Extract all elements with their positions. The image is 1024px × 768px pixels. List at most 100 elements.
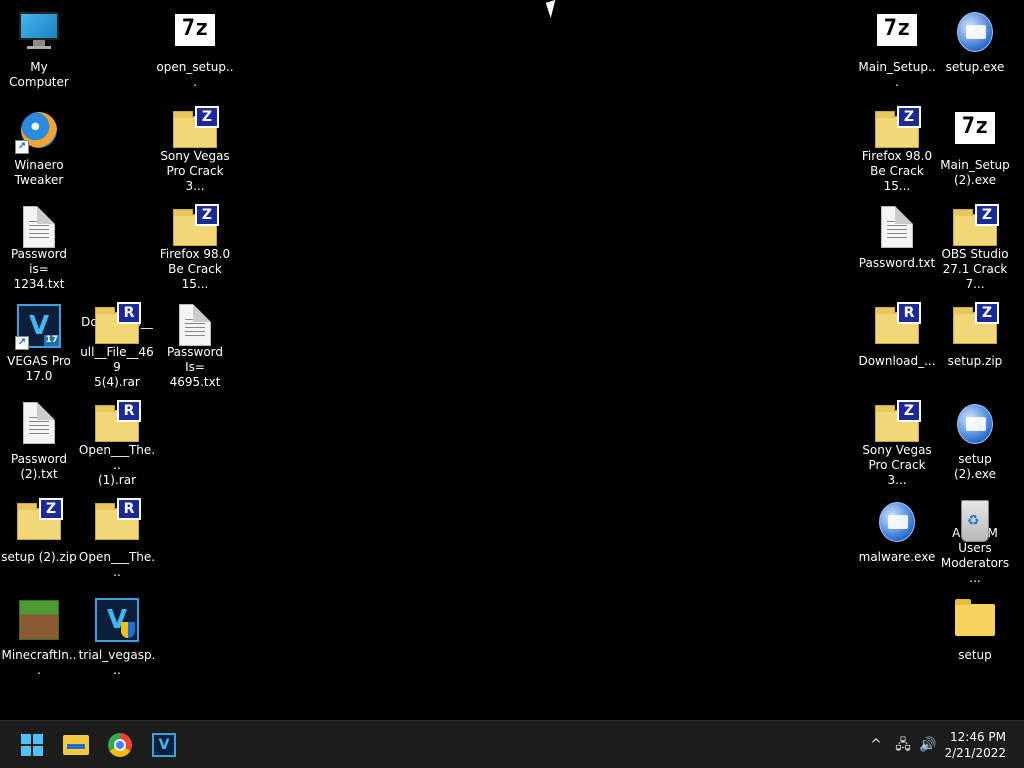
desktop-icon[interactable]: Z Firefox 98.0 Be Crack 15... xyxy=(858,98,936,194)
zip-archive-icon: Z xyxy=(15,498,63,546)
clock-date: 2/21/2022 xyxy=(944,746,1006,760)
desktop-icon-label: setup (2).exe xyxy=(953,452,997,481)
show-hidden-icons-chevron-icon[interactable]: ^ xyxy=(866,735,886,755)
recycle-bin-icon xyxy=(951,498,999,542)
desktop-icon[interactable]: Z Firefox 98.0 Be Crack 15... xyxy=(156,196,234,292)
desktop-icon[interactable]: 7z Main_Setup (2).exe xyxy=(936,98,1014,194)
desktop-icon[interactable]: RDownload__F ull__File__469 5(4).rar xyxy=(78,294,156,390)
rar-badge: R xyxy=(117,498,141,520)
executable-icon xyxy=(951,400,999,448)
desktop-icon[interactable]: Z Sony Vegas Pro Crack 3... xyxy=(156,98,234,194)
rar-archive-icon: R xyxy=(93,302,141,344)
network-icon[interactable]: 🖧 xyxy=(893,735,913,755)
desktop-icon-label: Sony Vegas Pro Crack 3... xyxy=(862,443,932,487)
zip-archive-icon: Z xyxy=(873,400,921,442)
desktop-icon[interactable]: ↗ Winaero Tweaker xyxy=(0,98,78,194)
7zip-badge: 7z xyxy=(877,14,917,46)
executable-icon xyxy=(951,8,999,56)
vegas-taskbar-button[interactable]: V xyxy=(148,729,180,761)
executable-icon xyxy=(873,498,921,546)
folder-icon xyxy=(951,596,999,644)
vegas-pro-icon: V 17 ↗ xyxy=(15,302,63,350)
desktop-icon-label: OBS Studio 27.1 Crack 7... xyxy=(941,247,1009,291)
desktop-icon-label: trial_vegasp... xyxy=(78,648,156,677)
desktop-icon-label: Sony Vegas Pro Crack 3... xyxy=(160,149,230,193)
desktop-icon[interactable]: setup (2).exe xyxy=(936,392,1014,488)
desktop-icon-label: VEGAS Pro 17.0 xyxy=(7,354,71,383)
rar-badge: R xyxy=(117,400,141,422)
7zip-badge: 7z xyxy=(175,14,215,46)
zip-badge: Z xyxy=(39,498,63,520)
text-file-icon xyxy=(15,400,63,448)
desktop-icon-label: Main_Setup (2).exe xyxy=(940,158,1010,187)
desktop-icon[interactable]: Password is= 1234.txt xyxy=(0,196,78,292)
desktop-icon[interactable]: Password Is= 4695.txt xyxy=(156,294,234,390)
desktop-icon-label: Open___The... xyxy=(78,550,156,579)
desktop-icon[interactable]: V 17 ↗ VEGAS Pro 17.0 xyxy=(0,294,78,390)
desktop-icon[interactable]: Z OBS Studio 27.1 Crack 7... xyxy=(936,196,1014,292)
desktop-icon[interactable]: R Download_... xyxy=(858,294,936,390)
vegas-installer-icon: V xyxy=(93,596,141,644)
zip-badge: Z xyxy=(195,204,219,226)
chrome-button[interactable] xyxy=(104,729,136,761)
windows-logo-icon xyxy=(21,734,43,756)
volume-icon[interactable]: 🔊 xyxy=(918,735,938,755)
desktop-icon[interactable]: setup xyxy=(936,588,1014,684)
text-file-icon xyxy=(873,204,921,252)
desktop-icon-label: Password.txt xyxy=(858,256,936,270)
zip-archive-icon: Z xyxy=(951,204,999,246)
vegas-pro-icon: V xyxy=(152,733,176,757)
7zip-badge: 7z xyxy=(955,112,995,144)
desktop-icon[interactable]: Vtrial_vegasp... xyxy=(78,588,156,684)
desktop-icon-label: Firefox 98.0 Be Crack 15... xyxy=(861,149,933,193)
zip-archive-icon: Z xyxy=(171,106,219,148)
shortcut-arrow-icon: ↗ xyxy=(15,140,29,154)
desktop-icon[interactable]: malware.exe xyxy=(858,490,936,586)
text-file-icon xyxy=(171,302,219,346)
desktop-icon-label: MinecraftIn... xyxy=(1,648,77,677)
desktop-icon-label: malware.exe xyxy=(858,550,936,564)
desktop-icon[interactable]: MinecraftIn... xyxy=(0,588,78,684)
desktop-icon-label: Password is= 1234.txt xyxy=(10,247,68,291)
desktop-icon-label: Winaero Tweaker xyxy=(14,158,64,187)
desktop-icon-label: Main_Setup... xyxy=(858,60,936,89)
desktop-icon[interactable]: Zsetup (2).zip xyxy=(0,490,78,586)
desktop-icon[interactable]: R Open___The... xyxy=(78,490,156,586)
desktop-icon[interactable]: 7z Main_Setup... xyxy=(858,0,936,96)
7zip-icon: 7z xyxy=(951,106,999,154)
desktop-icon-label: setup (2).zip xyxy=(1,550,77,564)
zip-badge: Z xyxy=(975,302,999,324)
desktop-icon-label: setup.exe xyxy=(945,60,1005,74)
rar-badge: R xyxy=(897,302,921,324)
desktop-icon[interactable]: Z Sony Vegas Pro Crack 3... xyxy=(858,392,936,488)
desktop[interactable]: My Computer ↗ Winaero Tweaker Password is= … xyxy=(0,0,1024,720)
desktop-icon[interactable]: Zsetup.zip xyxy=(936,294,1014,390)
minecraft-installer-icon xyxy=(15,596,63,644)
rar-archive-icon: R xyxy=(93,400,141,442)
file-explorer-button[interactable] xyxy=(60,729,92,761)
desktop-icon[interactable]: All CVM Users Moderators ... xyxy=(936,490,1014,586)
file-explorer-icon xyxy=(63,735,89,755)
desktop-icon[interactable]: My Computer xyxy=(0,0,78,96)
clock-time: 12:46 PM xyxy=(950,730,1006,744)
desktop-icon[interactable]: 7z open_setup... xyxy=(156,0,234,96)
zip-badge: Z xyxy=(195,106,219,128)
desktop-icon[interactable]: Password.txt xyxy=(858,196,936,292)
start-button[interactable] xyxy=(16,729,48,761)
zip-archive-icon: Z xyxy=(171,204,219,246)
clock[interactable]: 12:46 PM 2/21/2022 xyxy=(944,729,1006,761)
zip-badge: Z xyxy=(975,204,999,226)
desktop-icon[interactable]: setup.exe xyxy=(936,0,1014,96)
desktop-icon-label: Open___The... (1).rar xyxy=(78,443,156,487)
desktop-icon-label: Download_... xyxy=(858,354,936,368)
desktop-icon-label: setup xyxy=(958,648,992,662)
desktop-icon-label: open_setup... xyxy=(156,60,234,89)
zip-archive-icon: Z xyxy=(951,302,999,350)
desktop-icon-label: Password Is= 4695.txt xyxy=(166,345,224,389)
desktop-icon[interactable]: R Open___The... (1).rar xyxy=(78,392,156,488)
zip-badge: Z xyxy=(897,400,921,422)
rar-archive-icon: R xyxy=(93,498,141,546)
zip-archive-icon: Z xyxy=(873,106,921,148)
rar-badge: R xyxy=(117,302,141,324)
desktop-icon[interactable]: Password (2).txt xyxy=(0,392,78,488)
